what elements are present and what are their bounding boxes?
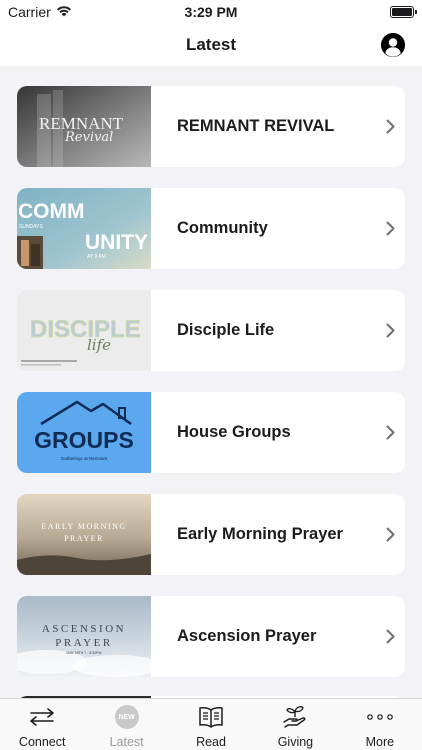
tab-bar: Connect NEW Latest Read Giving More: [0, 698, 422, 750]
thumb-text-revival: Revival: [64, 130, 113, 145]
thumb-text-unity: UNITY: [85, 231, 148, 254]
card-title: House Groups: [177, 423, 291, 441]
thumb-text-disciple: DISCIPLE: [30, 316, 141, 343]
page-title: Latest: [185, 35, 237, 54]
card-title: REMNANT REVIVAL: [177, 117, 335, 135]
hand-plant-icon: [282, 705, 308, 729]
thumb-text-time: AT 9 AM: [87, 254, 106, 260]
tab-label: Read: [196, 735, 226, 749]
tab-read[interactable]: Read: [169, 699, 253, 750]
thumb-text-gatherings: Gatherings at Remnant: [61, 456, 108, 461]
list-item-early-morning-prayer[interactable]: EARLY MORNING PRAYER Early Morning Praye…: [17, 494, 405, 575]
list-item-remnant-revival[interactable]: REMNANT Revival REMNANT REVIVAL: [17, 86, 405, 167]
thumb-text-comm: COMM: [18, 200, 85, 223]
tab-more[interactable]: More: [338, 699, 422, 750]
remnant-revival-thumbnail: REMNANT Revival: [17, 86, 151, 167]
thumb-text-sundays: SUNDAYS: [19, 224, 43, 230]
card-title: Early Morning Prayer: [177, 525, 343, 543]
card-title: Disciple Life: [177, 321, 275, 339]
ellipsis-icon: [366, 705, 394, 729]
thumb-text-prayer: PRAYER: [55, 637, 112, 649]
thumb-text-life: life: [87, 336, 111, 354]
tab-connect[interactable]: Connect: [0, 699, 84, 750]
tab-latest[interactable]: NEW Latest: [84, 699, 168, 750]
new-badge: NEW: [114, 705, 139, 729]
chevron-right-icon: [375, 323, 405, 338]
tab-label: Giving: [277, 735, 314, 749]
house-groups-thumbnail: GROUPS Gatherings at Remnant: [17, 392, 151, 473]
new-badge-icon: NEW: [114, 705, 139, 729]
disciple-life-thumbnail: DISCIPLE life: [17, 290, 151, 371]
chevron-right-icon: [375, 527, 405, 542]
thumb-text-prayer: PRAYER: [64, 534, 104, 543]
battery-icon: [390, 6, 417, 18]
carrier-label: Carrier: [8, 4, 51, 20]
thumb-text-date: MAY 29TH 7 - 8:30PM: [67, 651, 102, 655]
profile-icon[interactable]: [381, 33, 405, 57]
list-item-ascension-prayer[interactable]: ASCENSION PRAYER MAY 29TH 7 - 8:30PM Asc…: [17, 596, 405, 677]
community-thumbnail: COMM SUNDAYS UNITY AT 9 AM: [17, 188, 151, 269]
chevron-right-icon: [375, 119, 405, 134]
navigation-bar: Latest: [0, 24, 422, 66]
thumb-text-ascension: ASCENSION: [42, 623, 126, 635]
early-morning-prayer-thumbnail: EARLY MORNING PRAYER: [17, 494, 151, 575]
chevron-right-icon: [375, 221, 405, 236]
status-bar: Carrier 3:29 PM: [0, 0, 422, 24]
tab-label: More: [365, 735, 395, 749]
tab-label: Latest: [109, 735, 144, 749]
list-item-house-groups[interactable]: GROUPS Gatherings at Remnant House Group…: [17, 392, 405, 473]
book-icon: [198, 705, 224, 729]
thumb-text-early-morning: EARLY MORNING: [41, 522, 126, 531]
thumb-text-groups: GROUPS: [34, 427, 134, 453]
chevron-right-icon: [375, 629, 405, 644]
tab-label: Connect: [18, 735, 66, 749]
list-item-disciple-life[interactable]: DISCIPLE life Disciple Life: [17, 290, 405, 371]
arrows-exchange-icon: [28, 705, 56, 729]
card-title: Community: [177, 219, 268, 237]
card-title: Ascension Prayer: [177, 627, 317, 645]
ascension-prayer-thumbnail: ASCENSION PRAYER MAY 29TH 7 - 8:30PM: [17, 596, 151, 677]
chevron-right-icon: [375, 425, 405, 440]
list-item-community[interactable]: COMM SUNDAYS UNITY AT 9 AM Community: [17, 188, 405, 269]
tab-giving[interactable]: Giving: [253, 699, 337, 750]
content-list: REMNANT Revival REMNANT REVIVAL COMM SUN…: [0, 66, 422, 698]
wifi-icon: [56, 4, 72, 20]
